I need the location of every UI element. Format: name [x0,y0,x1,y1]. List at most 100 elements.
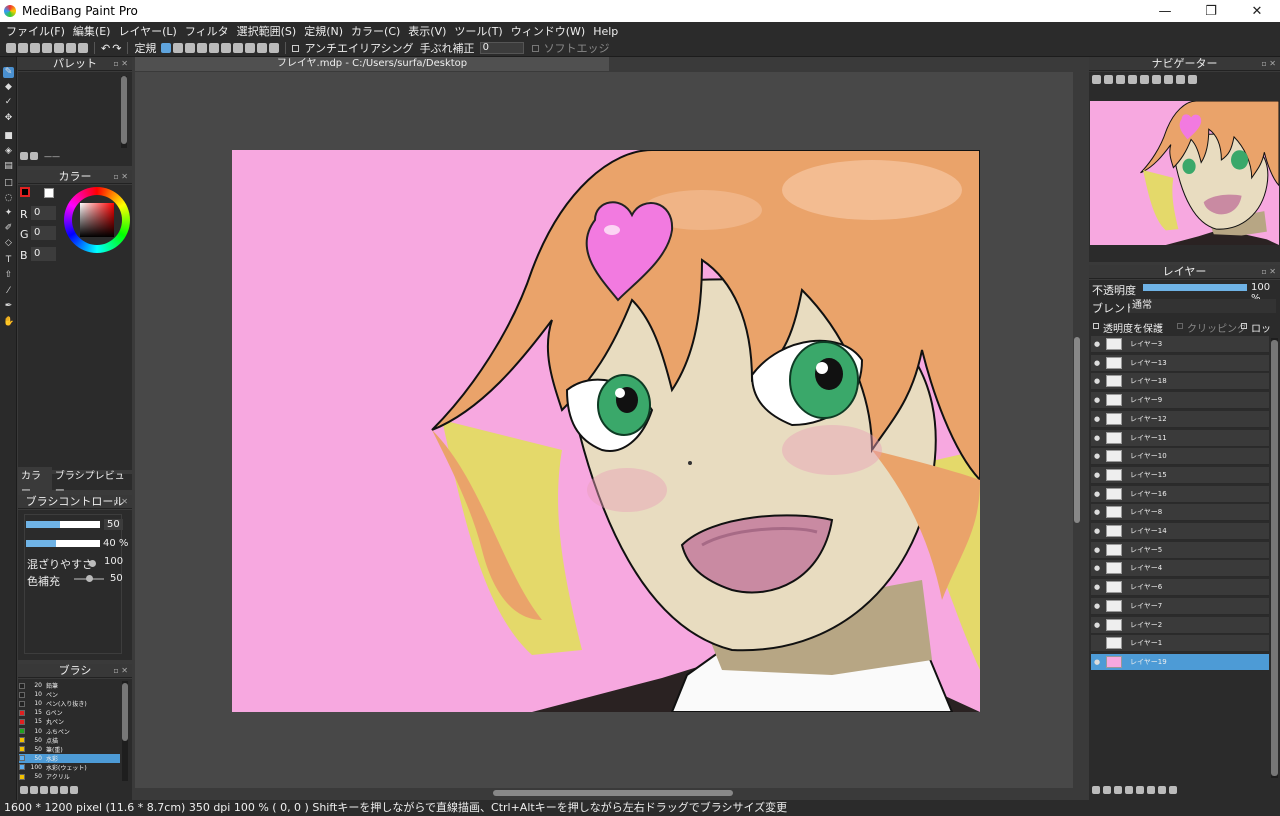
brush-upload-icon[interactable] [20,786,28,794]
layer-visibility-icon[interactable]: ● [1091,583,1103,591]
antialias-checkbox[interactable] [292,44,300,52]
soft-edge-checkbox[interactable] [531,44,539,52]
rotate-right-icon[interactable] [1152,74,1161,84]
magic-wand-icon[interactable]: ✦ [3,208,14,219]
save-icon[interactable] [42,43,52,53]
zoom-fit-icon[interactable] [1116,74,1125,84]
menu-window[interactable]: ウィンドウ(W) [507,23,589,39]
layer-visibility-icon[interactable]: ● [1091,546,1103,554]
palette-scrollbar[interactable] [121,76,127,148]
brush-item[interactable]: 20 鉛筆 [19,681,120,690]
open-file-icon[interactable] [18,43,28,53]
bucket-tool-icon[interactable]: ◈ [3,146,14,157]
palette-add-icon[interactable] [20,152,28,160]
brush-size-value[interactable]: 50 [104,518,123,530]
new-halftone-layer-icon[interactable] [1103,786,1111,794]
ruler-concentric-icon[interactable] [233,43,244,53]
select-eraser-icon[interactable]: ◇ [3,238,14,249]
brush-opacity-value[interactable]: 40 % [103,538,128,549]
stabilizer-input[interactable]: 0 [479,42,524,54]
layer-item[interactable]: ● レイヤー10 [1091,448,1269,466]
panel-close-icon[interactable]: ▫ ✕ [113,57,128,71]
divide-tool-icon[interactable]: ⁄ [3,286,14,297]
layer-settings-icon[interactable] [1158,786,1166,794]
menu-ruler[interactable]: 定規(N) [300,23,347,39]
layer-item[interactable]: ● レイヤー12 [1091,410,1269,428]
tab-color[interactable]: カラー [18,467,52,497]
lock-checkbox[interactable] [1241,323,1247,329]
maximize-button[interactable]: ❐ [1188,0,1234,22]
layer-item[interactable]: ● レイヤー19 [1091,653,1269,671]
reset-rotation-icon[interactable] [1176,74,1185,84]
zoom-in-icon[interactable] [1104,74,1113,84]
document-tab[interactable]: フレイヤ.mdp - C:/Users/surfa/Desktop [135,57,609,71]
share-icon[interactable] [66,43,76,53]
cloud-icon[interactable] [30,43,40,53]
color-fill-knob[interactable] [86,575,93,582]
layer-opacity-slider[interactable] [1143,284,1247,291]
config-icon[interactable] [78,43,88,53]
layer-item[interactable]: レイヤー1 [1091,635,1269,653]
palette-delete-icon[interactable] [30,152,38,160]
menu-color[interactable]: カラー(C) [347,23,404,39]
minimize-button[interactable]: — [1142,0,1188,22]
layer-visibility-icon[interactable]: ● [1091,359,1103,367]
layer-item[interactable]: ● レイヤー4 [1091,560,1269,578]
delete-layer-icon[interactable] [1169,786,1177,794]
brush-opacity-slider[interactable] [26,539,100,547]
brush-size-slider[interactable] [26,520,100,528]
panel-close-icon[interactable]: ▫ ✕ [1261,265,1276,279]
layer-item[interactable]: ● レイヤー2 [1091,616,1269,634]
layer-blend-select[interactable]: 通常 [1130,299,1276,313]
ruler-settings-icon[interactable] [257,43,268,53]
menu-help[interactable]: Help [589,25,622,38]
layer-scrollbar[interactable] [1271,338,1278,778]
layer-visibility-icon[interactable]: ● [1091,340,1103,348]
brush-item[interactable]: 50 筆(重) [19,745,120,754]
hand-tool-icon[interactable]: ✋ [3,317,14,328]
menu-filter[interactable]: フィルタ [181,23,233,39]
panel-close-icon[interactable]: ▫ ✕ [113,664,128,678]
brush-copy-icon[interactable] [40,786,48,794]
select-rect-icon[interactable]: □ [3,178,14,189]
layer-visibility-icon[interactable]: ● [1091,471,1103,479]
menu-file[interactable]: ファイル(F) [2,23,69,39]
brush-delete-icon[interactable] [70,786,78,794]
canvas-horizontal-scrollbar[interactable] [135,788,1081,800]
brush-item[interactable]: 50 点描 [19,736,120,745]
clipping-checkbox[interactable] [1177,323,1183,329]
layer-visibility-icon[interactable]: ● [1091,434,1103,442]
operation-tool-icon[interactable]: ⇧ [3,270,14,281]
eyedropper-tool-icon[interactable]: ✒ [3,301,14,312]
menu-view[interactable]: 表示(V) [404,23,450,39]
panel-close-icon[interactable]: ▫ ✕ [113,170,128,184]
panel-close-icon[interactable]: ▫ ✕ [1261,57,1276,71]
new-layer-icon[interactable] [1092,786,1100,794]
color-square[interactable] [80,203,114,237]
layer-item[interactable]: ● レイヤー13 [1091,354,1269,372]
ruler-off-icon[interactable] [161,43,172,53]
ruler-grid-icon[interactable] [185,43,196,53]
layer-item[interactable]: ● レイヤー5 [1091,541,1269,559]
close-button[interactable]: ✕ [1234,0,1280,22]
blend-value[interactable]: 100 [104,556,123,567]
blend-knob[interactable] [89,560,96,567]
layer-item[interactable]: ● レイヤー16 [1091,485,1269,503]
ruler-perspective-icon[interactable] [197,43,208,53]
brush-item[interactable]: 15 Gペン [19,708,120,717]
eraser-tool-icon[interactable]: ◆ [3,82,14,93]
layer-item[interactable]: ● レイヤー18 [1091,373,1269,391]
primary-color-swatch[interactable] [20,187,30,197]
zoom-actual-icon[interactable] [1128,74,1137,84]
layer-item[interactable]: ● レイヤー3 [1091,336,1269,353]
duplicate-layer-icon[interactable] [1136,786,1144,794]
select-pen-icon[interactable]: ✐ [3,223,14,234]
undo-icon[interactable]: ↶ [101,42,110,55]
new-file-icon[interactable] [6,43,16,53]
layer-visibility-icon[interactable]: ● [1091,508,1103,516]
redo-icon[interactable]: ↷ [112,42,121,55]
brush-item[interactable]: 15 丸ペン [19,717,120,726]
protect-alpha-checkbox[interactable] [1093,323,1099,329]
new-folder-icon[interactable] [1125,786,1133,794]
layer-item[interactable]: ● レイヤー7 [1091,597,1269,615]
